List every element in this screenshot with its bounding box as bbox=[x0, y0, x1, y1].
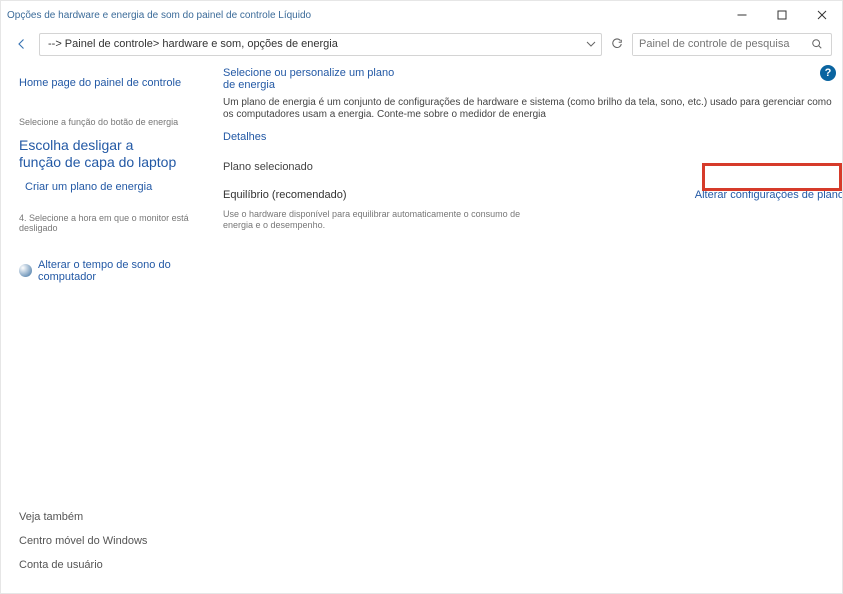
sleep-icon bbox=[19, 264, 32, 277]
back-button[interactable] bbox=[11, 33, 33, 55]
plan-row: Equilíbrio (recomendado) Use o hardware … bbox=[223, 189, 842, 231]
window: Opções de hardware e energia de som do p… bbox=[0, 0, 843, 594]
refresh-icon bbox=[611, 38, 623, 50]
chevron-down-icon bbox=[585, 38, 597, 50]
maximize-icon bbox=[776, 9, 788, 21]
selected-plan-label: Plano selecionado bbox=[223, 161, 842, 173]
breadcrumb[interactable]: --> Painel de controle> hardware e som, … bbox=[40, 38, 581, 50]
search-box[interactable] bbox=[632, 33, 832, 56]
plan-description: Use o hardware disponível para equilibra… bbox=[223, 209, 543, 231]
see-also-section: Veja também Centro móvel do Windows Cont… bbox=[19, 511, 209, 583]
maximize-button[interactable] bbox=[762, 1, 802, 29]
create-plan-link[interactable]: Criar um plano de energia bbox=[19, 181, 209, 193]
user-account-link[interactable]: Conta de usuário bbox=[19, 559, 209, 571]
address-bar[interactable]: --> Painel de controle> hardware e som, … bbox=[39, 33, 602, 56]
refresh-button[interactable] bbox=[608, 35, 626, 53]
breadcrumb-dropdown[interactable] bbox=[581, 34, 601, 55]
minimize-icon bbox=[736, 9, 748, 21]
search-icon bbox=[811, 38, 823, 50]
page-heading: Selecione ou personalize um plano de ene… bbox=[223, 67, 403, 91]
page-description: Um plano de energia é um conjunto de con… bbox=[223, 97, 842, 121]
title-bar: Opções de hardware e energia de som do p… bbox=[1, 1, 842, 29]
content-area: ? Home page do painel de controle Seleci… bbox=[1, 59, 842, 593]
power-button-function-label: Selecione a função do botão de energia bbox=[19, 117, 209, 127]
close-lid-link[interactable]: Escolha desligar a função de capa do lap… bbox=[19, 137, 209, 171]
window-title: Opções de hardware e energia de som do p… bbox=[7, 10, 722, 21]
change-sleep-label: Alterar o tempo de sono do computador bbox=[38, 259, 209, 283]
sidebar: Home page do painel de controle Selecion… bbox=[1, 59, 221, 593]
change-plan-settings-link[interactable]: Alterar configurações de plano bbox=[695, 189, 842, 201]
close-button[interactable] bbox=[802, 1, 842, 29]
close-icon bbox=[816, 9, 828, 21]
change-sleep-link[interactable]: Alterar o tempo de sono do computador bbox=[19, 259, 209, 283]
details-link[interactable]: Detalhes bbox=[223, 131, 266, 143]
back-arrow-icon bbox=[16, 38, 28, 50]
plan-info: Equilíbrio (recomendado) Use o hardware … bbox=[223, 189, 677, 231]
control-panel-home-link[interactable]: Home page do painel de controle bbox=[19, 77, 209, 89]
plan-name: Equilíbrio (recomendado) bbox=[223, 189, 677, 201]
search-input[interactable] bbox=[633, 34, 807, 55]
monitor-off-link[interactable]: 4. Selecione a hora em que o monitor est… bbox=[19, 213, 209, 233]
see-also-heading: Veja também bbox=[19, 511, 209, 523]
nav-bar: --> Painel de controle> hardware e som, … bbox=[1, 29, 842, 59]
minimize-button[interactable] bbox=[722, 1, 762, 29]
mobility-center-link[interactable]: Centro móvel do Windows bbox=[19, 535, 209, 547]
search-button[interactable] bbox=[807, 38, 827, 50]
main-panel: Selecione ou personalize um plano de ene… bbox=[221, 59, 842, 593]
